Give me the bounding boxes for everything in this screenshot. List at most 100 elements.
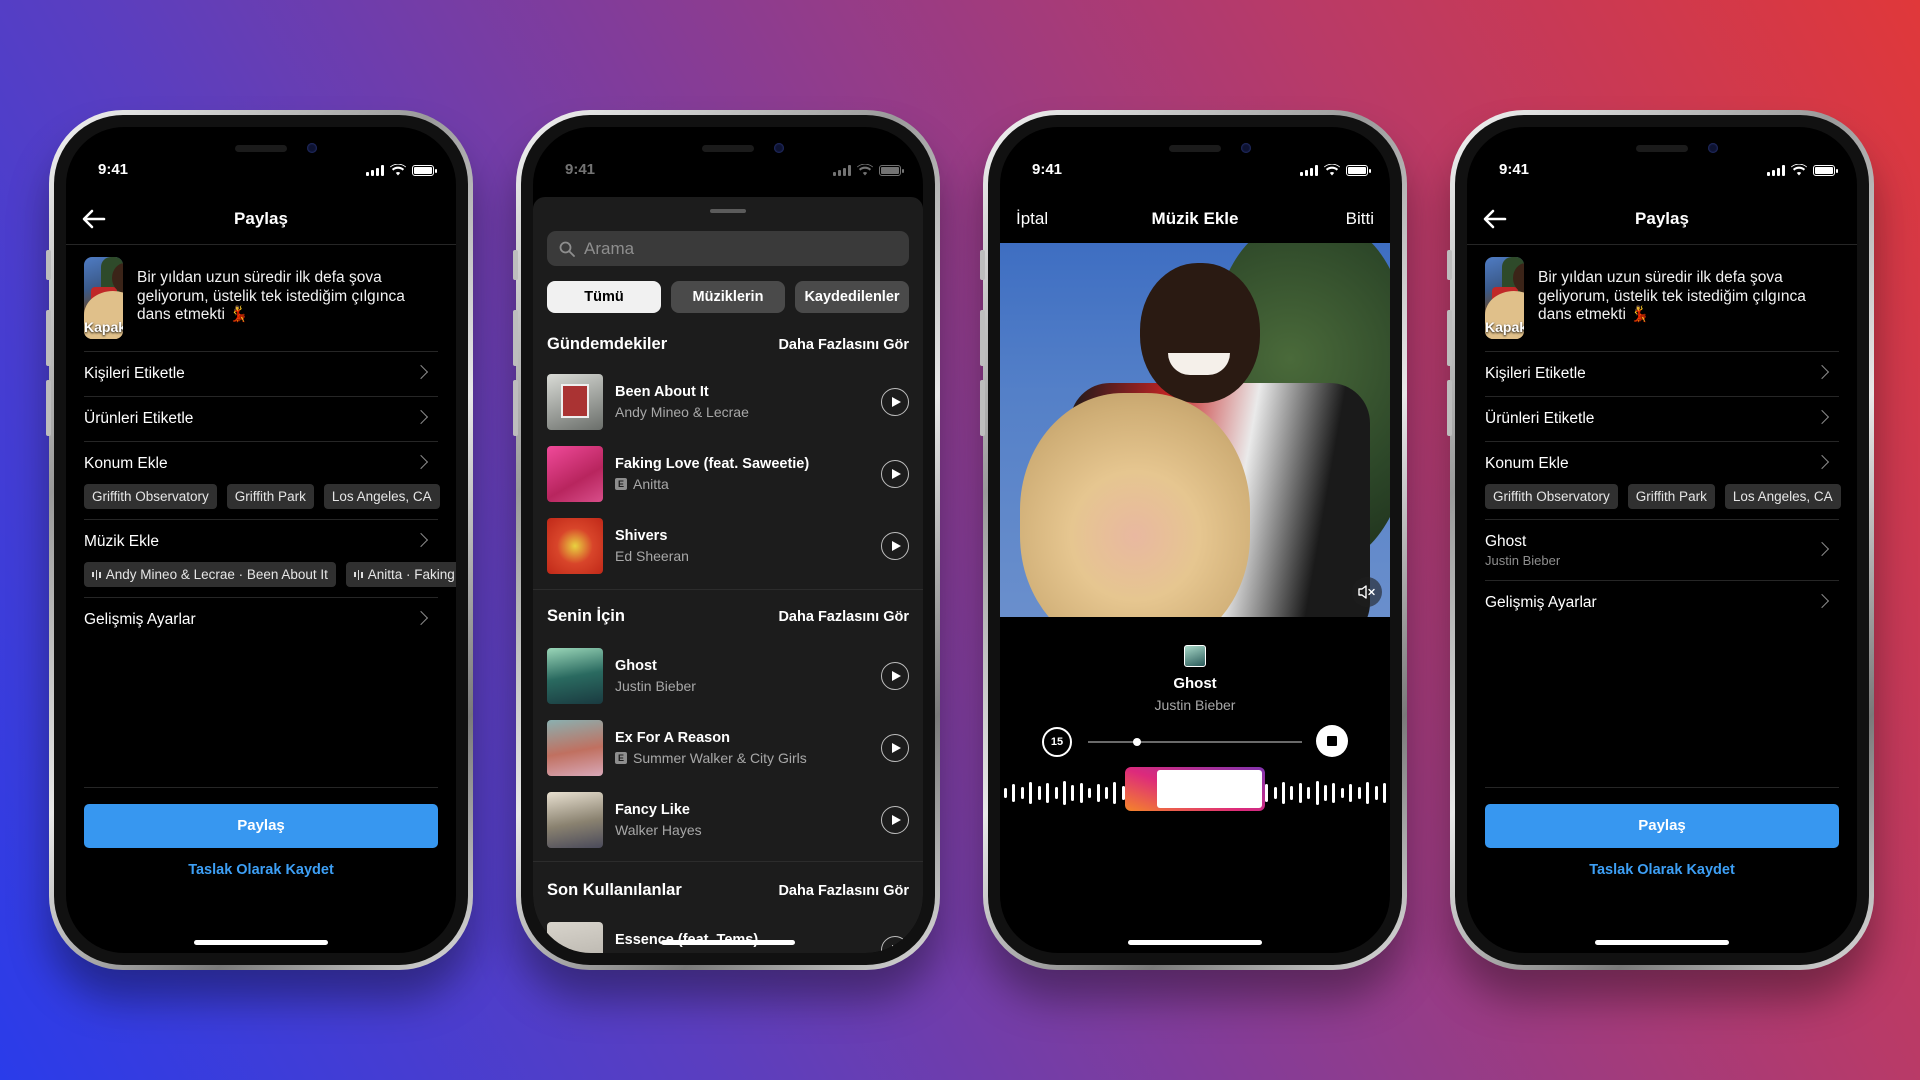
- audio-wave-icon: [353, 569, 363, 580]
- row-tag-people[interactable]: Kişileri Etiketle: [84, 351, 438, 396]
- track-artist: Anitta: [633, 476, 669, 492]
- waveform-bar: [1012, 784, 1016, 802]
- phone-music-picker: 9:41 Tümü Müziklerin Kaydedilenler Günde…: [513, 110, 940, 970]
- location-chip[interactable]: Griffith Park: [1627, 484, 1715, 509]
- search-field[interactable]: [547, 231, 909, 266]
- share-button[interactable]: Paylaş: [1485, 804, 1839, 848]
- music-picker-screen: 9:41 Tümü Müziklerin Kaydedilenler Günde…: [533, 127, 923, 953]
- play-icon[interactable]: [881, 806, 909, 834]
- speaker-grille: [702, 145, 754, 152]
- save-draft-link[interactable]: Taslak Olarak Kaydet: [84, 862, 438, 878]
- play-icon[interactable]: [881, 460, 909, 488]
- row-add-music[interactable]: Müzik Ekle Andy Mineo & Lecrae · Been Ab…: [84, 519, 456, 587]
- section-title: Son Kullanılanlar: [547, 881, 682, 899]
- scrubber-knob[interactable]: [1133, 738, 1142, 746]
- volume-up-button: [980, 310, 985, 366]
- music-chip[interactable]: Andy Mineo & Lecrae · Been About It: [84, 562, 336, 587]
- waveform-bar: [1382, 783, 1386, 803]
- caption-text[interactable]: Bir yıldan uzun süredir ilk defa şova ge…: [137, 257, 438, 341]
- waveform-bar: [1071, 785, 1075, 801]
- signal-icon: [366, 164, 384, 176]
- track-row[interactable]: Essence (feat. Tems)Wiz Kid: [547, 921, 909, 953]
- cover-label: Kapak: [84, 319, 124, 335]
- waveform-bar: [1273, 787, 1277, 799]
- done-button[interactable]: Bitti: [1346, 209, 1374, 229]
- location-chip[interactable]: Griffith Observatory: [84, 484, 217, 509]
- track-row[interactable]: Shivers Ed Sheeran: [547, 517, 909, 575]
- post-photo: [1000, 243, 1390, 617]
- see-more-link[interactable]: Daha Fazlasını Gör: [778, 883, 909, 899]
- speaker-grille: [1636, 145, 1688, 152]
- row-selected-music[interactable]: Ghost Justin Bieber: [1485, 519, 1839, 580]
- cancel-button[interactable]: İptal: [1016, 209, 1048, 229]
- nav-bar: Paylaş: [66, 197, 456, 245]
- track-row[interactable]: Ghost Justin Bieber: [547, 647, 909, 705]
- location-chip[interactable]: Los Angeles, CA: [1724, 484, 1841, 509]
- waveform-bar: [1004, 788, 1007, 798]
- music-chip[interactable]: Anitta · Faking Love: [345, 562, 456, 587]
- share-footer: Paylaş Taslak Olarak Kaydet: [1485, 787, 1839, 953]
- tab-your-music[interactable]: Müziklerin: [671, 281, 785, 313]
- waveform-bar: [1290, 786, 1294, 800]
- track-artist: Summer Walker & City Girls: [633, 750, 807, 766]
- location-chips: Griffith Observatory Griffith Park Los A…: [1485, 484, 1857, 509]
- track-row[interactable]: Fancy Like Walker Hayes: [547, 791, 909, 849]
- see-more-link[interactable]: Daha Fazlasını Gör: [778, 609, 909, 625]
- play-icon[interactable]: [881, 388, 909, 416]
- row-advanced-settings[interactable]: Gelişmiş Ayarlar: [1485, 580, 1839, 625]
- location-chip[interactable]: Griffith Park: [226, 484, 314, 509]
- play-icon[interactable]: [881, 662, 909, 690]
- selected-song-artist: Justin Bieber: [1485, 553, 1561, 568]
- album-art: [547, 922, 603, 953]
- song-artwork: [1184, 645, 1206, 667]
- clip-duration-button[interactable]: 15: [1042, 727, 1072, 757]
- play-icon[interactable]: [881, 532, 909, 560]
- stop-button[interactable]: [1316, 725, 1348, 757]
- nav-bar: Paylaş: [1467, 197, 1857, 245]
- cover-thumbnail[interactable]: Kapak: [1485, 257, 1525, 339]
- caption-text[interactable]: Bir yıldan uzun süredir ilk defa şova ge…: [1538, 257, 1839, 341]
- track-row[interactable]: Been About It Andy Mineo & Lecrae: [547, 373, 909, 431]
- track-row[interactable]: Ex For A Reason E Summer Walker & City Gir…: [547, 719, 909, 777]
- share-options: Kişileri Etiketle Ürünleri Etiketle Konu…: [1485, 351, 1841, 625]
- album-art: [547, 792, 603, 848]
- track-row[interactable]: Faking Love (feat. Saweetie) E Anitta: [547, 445, 909, 503]
- sheet-grabber[interactable]: [710, 209, 746, 213]
- front-camera: [1241, 143, 1251, 153]
- waveform-bar: [1105, 787, 1109, 799]
- share-screen: 9:41 Paylaş Kapak Bir yıldan uzun süredi…: [1467, 127, 1857, 953]
- row-add-location[interactable]: Konum Ekle Griffith Observatory Griffith…: [84, 441, 440, 509]
- row-tag-products[interactable]: Ürünleri Etiketle: [1485, 396, 1839, 441]
- tab-all[interactable]: Tümü: [547, 281, 661, 313]
- location-chip[interactable]: Griffith Observatory: [1485, 484, 1618, 509]
- row-label: Gelişmiş Ayarlar: [84, 611, 196, 628]
- waveform-selector[interactable]: [1000, 767, 1390, 817]
- play-icon[interactable]: [881, 936, 909, 953]
- tab-saved[interactable]: Kaydedilenler: [795, 281, 909, 313]
- cover-thumbnail[interactable]: Kapak: [84, 257, 124, 339]
- waveform-bar: [1349, 784, 1353, 802]
- status-time: 9:41: [565, 161, 596, 178]
- home-indicator: [1128, 940, 1262, 945]
- row-tag-people[interactable]: Kişileri Etiketle: [1485, 351, 1839, 396]
- track-title: Fancy Like: [615, 802, 690, 818]
- row-advanced-settings[interactable]: Gelişmiş Ayarlar: [84, 597, 438, 642]
- share-button[interactable]: Paylaş: [84, 804, 438, 848]
- row-label: Kişileri Etiketle: [84, 365, 185, 382]
- save-draft-link[interactable]: Taslak Olarak Kaydet: [1485, 862, 1839, 878]
- selection-window[interactable]: [1124, 767, 1266, 811]
- section-divider: [533, 589, 923, 590]
- mute-button[interactable]: [1352, 577, 1382, 607]
- see-more-link[interactable]: Daha Fazlasını Gör: [778, 337, 909, 353]
- location-chip[interactable]: Los Angeles, CA: [323, 484, 440, 509]
- row-tag-products[interactable]: Ürünleri Etiketle: [84, 396, 438, 441]
- search-input[interactable]: [584, 238, 864, 259]
- volume-down-button: [1447, 380, 1452, 436]
- playback-scrubber[interactable]: [1088, 738, 1302, 746]
- location-chips: Griffith Observatory Griffith Park Los A…: [84, 484, 456, 509]
- wifi-icon: [1324, 164, 1340, 176]
- play-icon[interactable]: [881, 734, 909, 762]
- track-artist: Wiz Kid: [615, 952, 662, 953]
- audio-wave-icon: [92, 569, 101, 580]
- row-add-location[interactable]: Konum Ekle Griffith Observatory Griffith…: [1485, 441, 1841, 509]
